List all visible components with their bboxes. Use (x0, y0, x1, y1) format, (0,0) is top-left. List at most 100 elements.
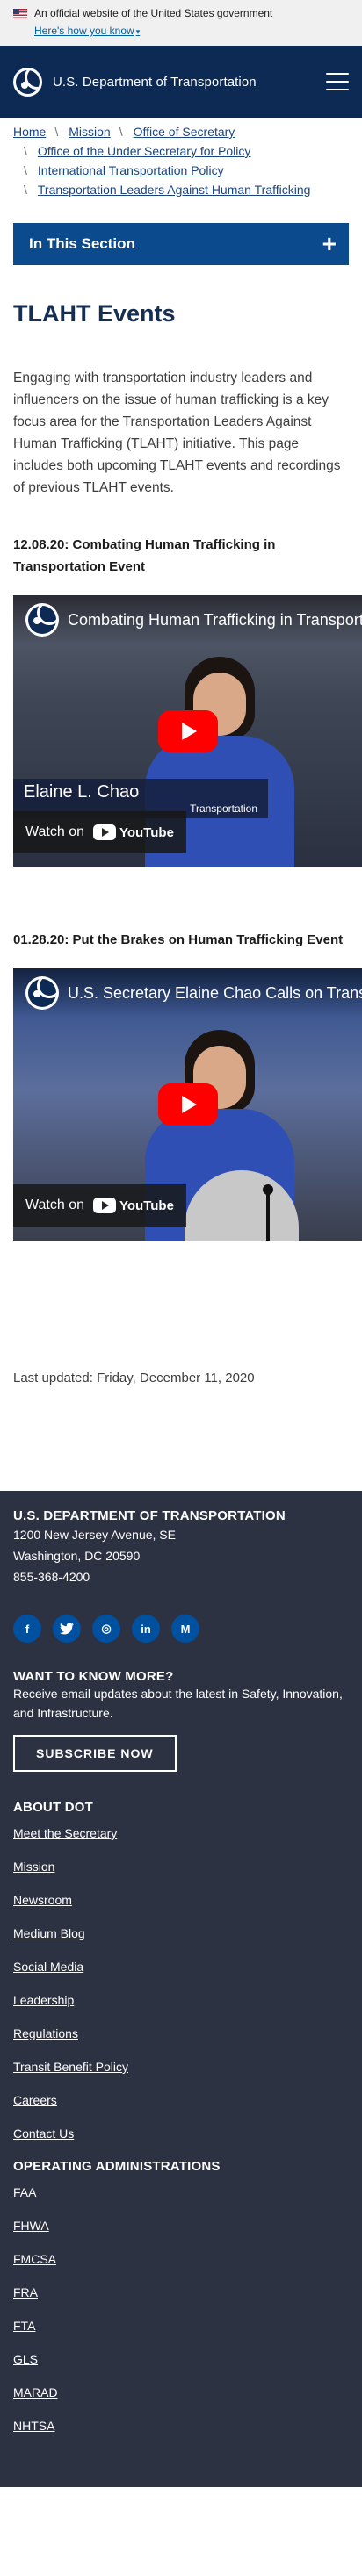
breadcrumb: Home \ Mission \ Office of Secretary \ O… (0, 118, 362, 199)
list-item: MARAD (13, 2385, 349, 2400)
breadcrumb-office-of-secretary[interactable]: Office of Secretary (134, 122, 235, 141)
youtube-play-icon (93, 824, 116, 840)
footer-address-line: Washington, DC 20590 (13, 1549, 141, 1563)
subscribe-button[interactable]: Subscribe Now (13, 1735, 177, 1772)
list-item: FMCSA (13, 2251, 349, 2267)
list-item: NHTSA (13, 2418, 349, 2434)
operating-administrations-heading: Operating Administrations (13, 2159, 221, 2174)
site-header: U.S. Department of Transportation (0, 46, 362, 118)
list-item: Social Media (13, 1959, 349, 1975)
event-heading: 01.28.20: Put the Brakes on Human Traffi… (13, 932, 344, 947)
list-item: Meet the Secretary (13, 1825, 349, 1841)
footer-link-fhwa[interactable]: FHWA (13, 2219, 49, 2233)
youtube-wordmark: YouTube (119, 824, 174, 840)
breadcrumb-separator: \ (119, 125, 123, 139)
footer-link-mission[interactable]: Mission (13, 1860, 54, 1874)
dot-seal-icon (13, 67, 42, 97)
social-links: f ◎ in M (13, 1615, 349, 1643)
in-this-section-label: In This Section (29, 235, 135, 252)
watch-on-label: Watch on (25, 824, 84, 839)
footer-org-name: U.S. Department of Transportation (13, 1508, 286, 1523)
breadcrumb-international-policy[interactable]: International Transportation Policy (38, 161, 224, 180)
list-item: FAA (13, 2184, 349, 2200)
breadcrumb-mission[interactable]: Mission (69, 122, 110, 141)
list-item: Regulations (13, 2026, 349, 2041)
footer-link-regulations[interactable]: Regulations (13, 2026, 78, 2040)
video-title[interactable]: Combating Human Trafficking in Transport (68, 611, 362, 630)
hamburger-menu-button[interactable] (326, 73, 349, 90)
play-button-icon[interactable] (157, 710, 218, 752)
breadcrumb-tlaht[interactable]: Transportation Leaders Against Human Tra… (38, 180, 311, 199)
video-title-bar: Combating Human Trafficking in Transport (13, 595, 362, 644)
twitter-icon[interactable] (53, 1615, 81, 1643)
list-item: Careers (13, 2092, 349, 2108)
footer-link-fta[interactable]: FTA (13, 2319, 35, 2333)
list-item: FTA (13, 2318, 349, 2334)
medium-icon[interactable]: M (171, 1615, 199, 1643)
list-item: FHWA (13, 2218, 349, 2234)
youtube-logo: YouTube (93, 1198, 174, 1213)
newsletter-description: Receive email updates about the latest i… (13, 1687, 343, 1720)
footer-link-marad[interactable]: MARAD (13, 2385, 58, 2400)
video-title[interactable]: U.S. Secretary Elaine Chao Calls on Tran… (68, 984, 362, 1003)
youtube-logo: YouTube (93, 824, 174, 840)
plus-icon: + (322, 230, 337, 257)
breadcrumb-separator: \ (54, 125, 59, 139)
breadcrumb-home[interactable]: Home (13, 122, 46, 141)
heres-how-you-know-link[interactable]: Here's how you know ▾ (34, 25, 140, 37)
footer-phone: 855-368-4200 (13, 1570, 90, 1584)
channel-avatar-icon[interactable] (25, 603, 59, 637)
list-item: FRA (13, 2285, 349, 2300)
footer-link-leadership[interactable]: Leadership (13, 1993, 74, 2007)
list-item: Contact Us (13, 2126, 349, 2141)
youtube-play-icon (93, 1198, 116, 1213)
home-logo-link[interactable]: U.S. Department of Transportation (13, 67, 257, 97)
video-title-bar: U.S. Secretary Elaine Chao Calls on Tran… (13, 968, 362, 1018)
intro-paragraph: Engaging with transportation industry le… (13, 371, 341, 495)
about-dot-heading: About DOT (13, 1800, 93, 1815)
breadcrumb-under-secretary-policy[interactable]: Office of the Under Secretary for Policy (38, 141, 251, 161)
footer-link-nhtsa[interactable]: NHTSA (13, 2419, 54, 2433)
event-heading: 12.08.20: Combating Human Trafficking in… (13, 537, 276, 574)
youtube-video-embed[interactable]: Combating Human Trafficking in Transport… (13, 595, 362, 867)
in-this-section-toggle[interactable]: In This Section + (13, 223, 349, 265)
about-dot-links: Meet the Secretary Mission Newsroom Medi… (13, 1825, 349, 2141)
footer-link-contact-us[interactable]: Contact Us (13, 2126, 74, 2141)
breadcrumb-separator: \ (24, 183, 27, 197)
footer-link-meet-the-secretary[interactable]: Meet the Secretary (13, 1826, 117, 1840)
footer-link-gls[interactable]: GLS (13, 2352, 38, 2366)
list-item: Transit Benefit Policy (13, 2059, 349, 2075)
youtube-wordmark: YouTube (119, 1198, 174, 1213)
facebook-icon[interactable]: f (13, 1615, 41, 1643)
youtube-video-embed[interactable]: U.S. Secretary Elaine Chao Calls on Tran… (13, 968, 362, 1241)
page-title: TLAHT Events (13, 300, 176, 327)
instagram-icon[interactable]: ◎ (92, 1615, 120, 1643)
watch-on-youtube-button[interactable]: Watch on YouTube (13, 1184, 186, 1227)
list-item: GLS (13, 2351, 349, 2367)
gov-banner: An official website of the United States… (0, 0, 362, 46)
footer-address-line: 1200 New Jersey Avenue, SE (13, 1528, 176, 1542)
footer-link-careers[interactable]: Careers (13, 2093, 57, 2107)
chyron-name: Elaine L. Chao (24, 782, 140, 802)
footer-link-transit-benefit-policy[interactable]: Transit Benefit Policy (13, 2060, 128, 2074)
breadcrumb-separator: \ (24, 144, 27, 158)
play-button-icon[interactable] (157, 1083, 218, 1126)
footer-link-social-media[interactable]: Social Media (13, 1960, 83, 1974)
channel-avatar-icon[interactable] (25, 976, 59, 1010)
brand-name: U.S. Department of Transportation (53, 74, 257, 90)
list-item: Newsroom (13, 1892, 349, 1908)
footer-link-faa[interactable]: FAA (13, 2185, 36, 2199)
footer-link-newsroom[interactable]: Newsroom (13, 1893, 72, 1907)
footer-link-fmcsa[interactable]: FMCSA (13, 2252, 56, 2266)
us-flag-icon (13, 8, 27, 18)
last-updated: Last updated: Friday, December 11, 2020 (13, 1371, 255, 1385)
want-to-know-more-heading: Want to know more? (13, 1669, 174, 1684)
linkedin-icon[interactable]: in (132, 1615, 160, 1643)
watch-on-youtube-button[interactable]: Watch on YouTube (13, 811, 186, 853)
video-thumbnail-mic (263, 1184, 273, 1241)
gov-banner-text: An official website of the United States… (34, 7, 273, 19)
footer-link-fra[interactable]: FRA (13, 2285, 38, 2299)
chevron-down-icon: ▾ (135, 27, 141, 36)
heres-how-you-know-label: Here's how you know (34, 25, 134, 37)
footer-link-medium-blog[interactable]: Medium Blog (13, 1926, 85, 1940)
